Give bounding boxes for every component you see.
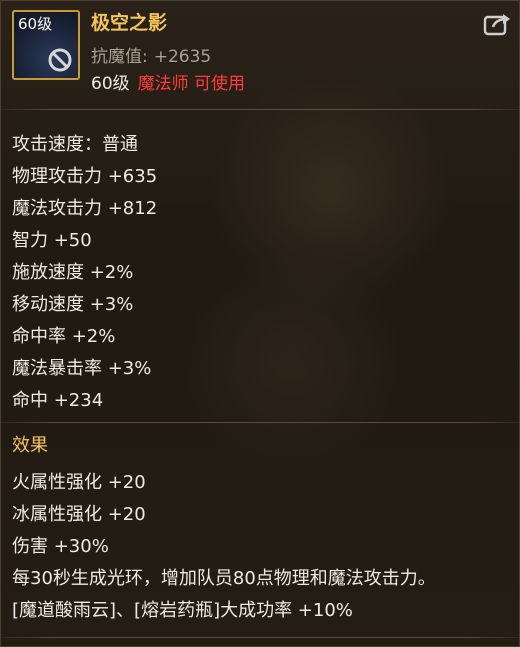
main-stat-value: +2635 — [153, 47, 212, 67]
attribute-line: 物理攻击力 +635 — [12, 166, 158, 187]
effects-title: 效果 — [12, 435, 48, 456]
attribute-list: 攻击速度：普通 物理攻击力 +635 魔法攻击力 +812 智力 +50 施放速… — [12, 129, 157, 417]
divider — [1, 422, 520, 423]
main-stat-label: 抗魔值: — [91, 47, 148, 67]
effect-line: 冰属性强化 +20 — [12, 504, 146, 525]
item-name: 极空之影 — [91, 12, 168, 34]
required-level: 60级 — [91, 74, 130, 94]
attribute-line: 智力 +50 — [12, 230, 92, 251]
item-icon: 60级 — [12, 10, 80, 80]
effect-line: 每30秒生成光环，增加队员80点物理和魔法攻击力。 — [12, 568, 436, 589]
divider — [1, 637, 520, 638]
item-icon-level: 60级 — [18, 15, 53, 33]
requirement: 60级 魔法师 可使用 — [91, 73, 245, 95]
effect-line: [魔道酸雨云]、[熔岩药瓶]大成功率 +10% — [12, 600, 353, 621]
item-tooltip: 60级 极空之影 抗魔值: +2635 60级 魔法师 可使用 攻击速度：普通 物理… — [0, 0, 520, 647]
attribute-line: 魔法攻击力 +812 — [12, 198, 158, 219]
attribute-line: 魔法暴击率 +3% — [12, 358, 152, 379]
effect-line: 伤害 +30% — [12, 536, 109, 557]
effects-list: 火属性强化 +20 冰属性强化 +20 伤害 +30% 每30秒生成光环，增加队… — [12, 467, 436, 627]
main-stat: 抗魔值: +2635 — [91, 46, 211, 68]
no-entry-icon — [48, 48, 72, 72]
attribute-line: 命中 +234 — [12, 390, 104, 411]
attribute-line: 移动速度 +3% — [12, 294, 134, 315]
required-class: 魔法师 可使用 — [137, 74, 246, 94]
divider — [1, 109, 520, 110]
share-icon[interactable] — [483, 11, 513, 37]
attribute-line: 命中率 +2% — [12, 326, 116, 347]
effect-line: 火属性强化 +20 — [12, 472, 146, 493]
attribute-line: 施放速度 +2% — [12, 262, 134, 283]
tooltip-header: 60级 极空之影 抗魔值: +2635 60级 魔法师 可使用 — [1, 1, 520, 113]
attribute-line: 攻击速度：普通 — [12, 134, 138, 155]
